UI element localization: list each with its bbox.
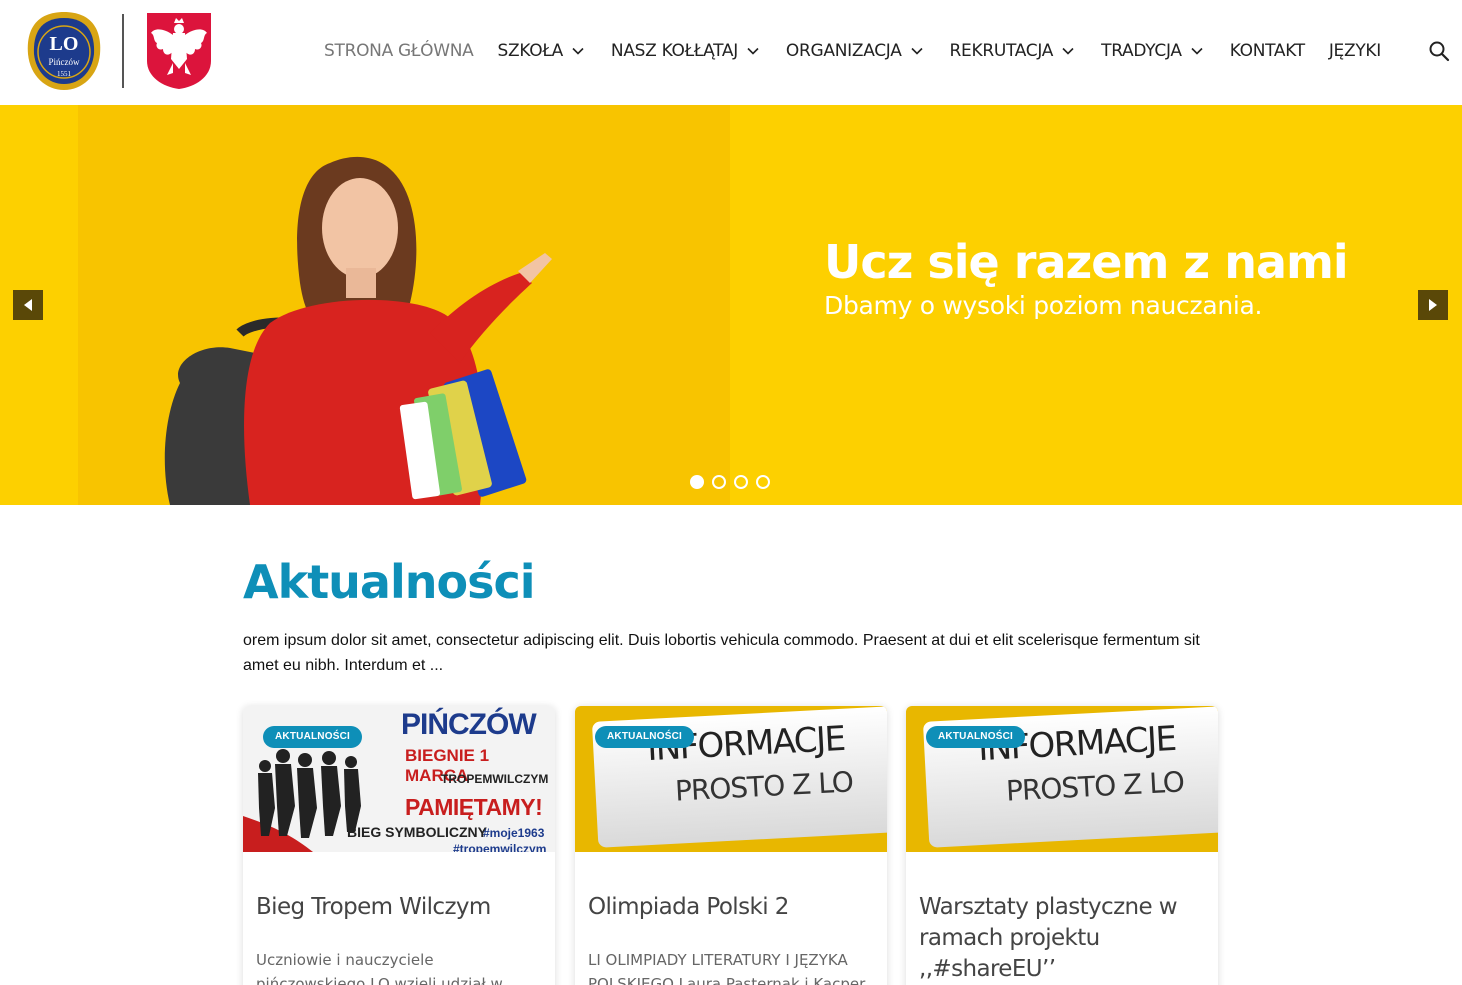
- news-card[interactable]: PIŃCZÓW BIEGNIE 1 MARCA TROPEMWILCZYM PA…: [243, 706, 555, 985]
- nav-item-szkola[interactable]: SZKOŁA: [497, 41, 584, 61]
- caret-right-icon: [1429, 299, 1437, 311]
- chevron-down-icon: [572, 47, 584, 55]
- slider-pagination: [690, 475, 770, 489]
- chevron-down-icon: [910, 47, 923, 55]
- category-badge[interactable]: AKTUALNOŚCI: [926, 726, 1025, 748]
- slider-dot[interactable]: [756, 475, 770, 489]
- news-card-title[interactable]: Olimpiada Polski 2: [588, 892, 878, 923]
- poster-hashtag: #tropemwilczym: [453, 842, 547, 852]
- main-navigation: STRONA GŁÓWNA SZKOŁA NASZ KOŁŁĄTAJ ORGAN…: [312, 36, 1381, 66]
- poster-hashtag: #moje1963: [483, 826, 545, 840]
- section-title: Aktualności: [243, 555, 536, 609]
- poster-headline: PIŃCZÓW: [401, 708, 537, 741]
- news-card-title[interactable]: Warsztaty plastyczne w ramach projektu ,…: [919, 892, 1209, 985]
- nav-item-label: REKRUTACJA: [949, 41, 1054, 61]
- news-card-image[interactable]: INFORMACJE PROSTO Z LO AKTUALNOŚCI: [575, 706, 887, 852]
- nav-item-jezyki[interactable]: JĘZYKI: [1329, 41, 1381, 61]
- nav-item-label: ORGANIZACJA: [785, 41, 902, 61]
- hero-student-image: [164, 156, 552, 505]
- news-card-title[interactable]: Bieg Tropem Wilczym: [256, 892, 546, 923]
- search-icon[interactable]: [1428, 40, 1450, 62]
- news-card-excerpt: Uczniowie i nauczyciele pińczowskiego LO…: [256, 951, 503, 985]
- category-badge[interactable]: AKTUALNOŚCI: [595, 726, 694, 748]
- school-logo[interactable]: LO Pińczów 1551: [24, 10, 104, 92]
- polish-eagle-emblem[interactable]: [145, 11, 213, 91]
- nav-item-label: KONTAKT: [1229, 41, 1305, 61]
- news-card-image[interactable]: INFORMACJE PROSTO Z LO AKTUALNOŚCI: [906, 706, 1218, 852]
- news-card[interactable]: INFORMACJE PROSTO Z LO AKTUALNOŚCI Warsz…: [906, 706, 1218, 985]
- nav-item-rekrutacja[interactable]: REKRUTACJA: [950, 41, 1076, 61]
- hero-subtitle: Dbamy o wysoki poziom nauczania.: [824, 291, 1263, 320]
- svg-text:1551: 1551: [57, 70, 72, 78]
- svg-text:Pińczów: Pińczów: [49, 57, 80, 67]
- nav-item-label: TRADYCJA: [1101, 41, 1182, 61]
- nav-item-kontakt[interactable]: KONTAKT: [1230, 41, 1305, 61]
- nav-item-label: NASZ KOŁŁĄTAJ: [610, 41, 738, 61]
- section-intro: orem ipsum dolor sit amet, consectetur a…: [243, 632, 1200, 674]
- news-card[interactable]: INFORMACJE PROSTO Z LO AKTUALNOŚCI Olimp…: [575, 706, 887, 985]
- slider-dot[interactable]: [690, 475, 704, 489]
- chevron-down-icon: [1191, 47, 1203, 55]
- news-card-excerpt: LI OLIMPIADY LITERATURY I JĘZYKA POLSKIE…: [588, 951, 866, 985]
- svg-text:LO: LO: [50, 33, 79, 55]
- site-header: LO Pińczów 1551 STRONA GŁÓWNA SZKOŁA NAS…: [0, 0, 1462, 105]
- slider-dot[interactable]: [712, 475, 726, 489]
- nav-item-nasz-kollataj[interactable]: NASZ KOŁŁĄTAJ: [611, 41, 760, 61]
- poster-line: TROPEMWILCZYM: [441, 772, 549, 786]
- poster-line: BIEG SYMBOLICZNY: [347, 824, 488, 840]
- caret-left-icon: [24, 299, 32, 311]
- slider-next-button[interactable]: [1418, 290, 1448, 320]
- poster-line: PAMIĘTAMY!: [405, 794, 543, 820]
- nav-item-organizacja[interactable]: ORGANIZACJA: [786, 41, 924, 61]
- hero-title: Ucz się razem z nami: [824, 235, 1349, 289]
- nav-item-home[interactable]: STRONA GŁÓWNA: [324, 41, 474, 61]
- news-card-image[interactable]: PIŃCZÓW BIEGNIE 1 MARCA TROPEMWILCZYM PA…: [243, 706, 555, 852]
- nav-item-tradycja[interactable]: TRADYCJA: [1101, 41, 1204, 61]
- hero-slider: Ucz się razem z nami Dbamy o wysoki pozi…: [0, 105, 1462, 505]
- nav-item-label: STRONA GŁÓWNA: [324, 41, 474, 61]
- logo-divider: [122, 14, 124, 88]
- chevron-down-icon: [1062, 47, 1074, 55]
- slider-dot[interactable]: [734, 475, 748, 489]
- slider-prev-button[interactable]: [13, 290, 43, 320]
- chevron-down-icon: [747, 47, 759, 55]
- category-badge[interactable]: AKTUALNOŚCI: [263, 726, 362, 748]
- nav-item-label: JĘZYKI: [1328, 41, 1381, 61]
- nav-item-label: SZKOŁA: [497, 41, 563, 61]
